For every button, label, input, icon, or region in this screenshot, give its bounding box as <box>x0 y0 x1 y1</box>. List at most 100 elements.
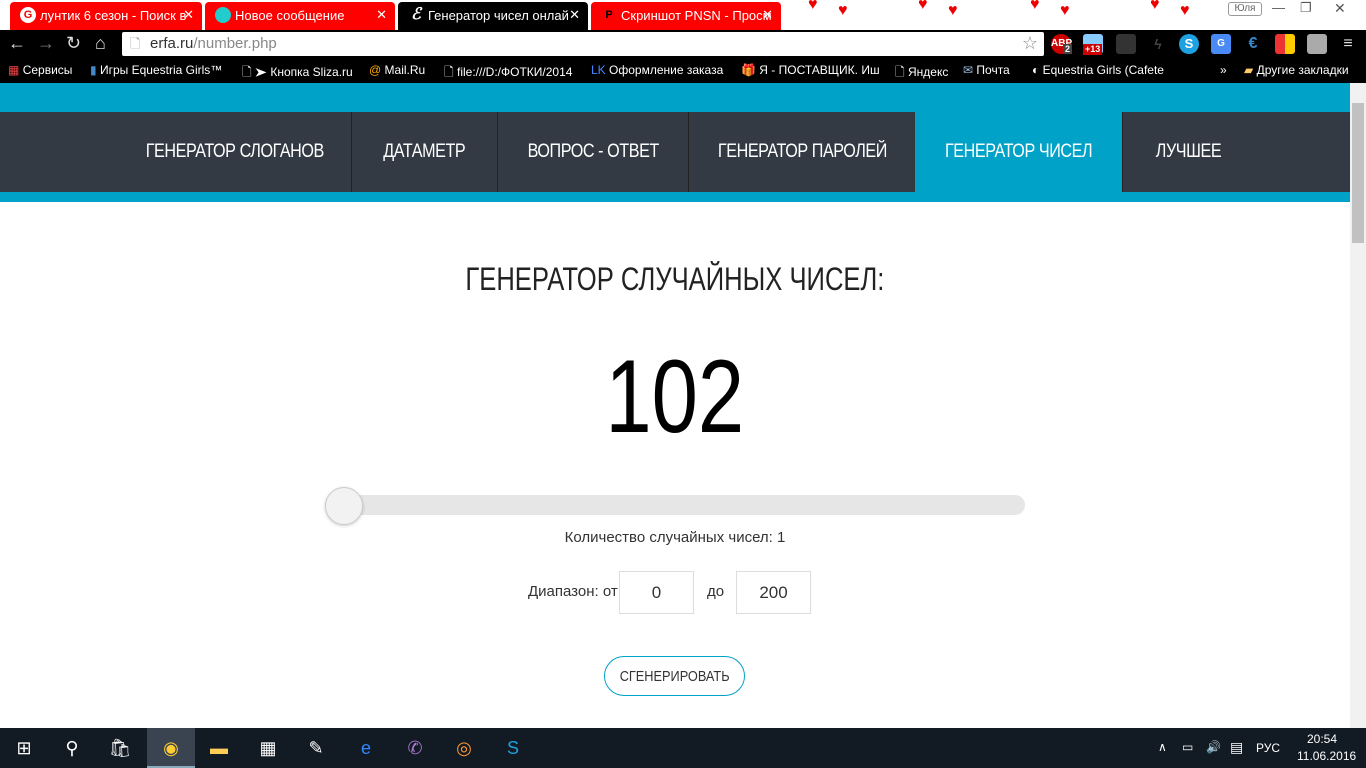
nav-datameter[interactable]: ДАТАМЕТР <box>352 112 497 192</box>
home-button[interactable]: ⌂ <box>95 33 106 54</box>
generate-button[interactable]: СГЕНЕРИРОВАТЬ <box>604 656 745 696</box>
count-slider[interactable] <box>325 487 1025 525</box>
tab-screenshot[interactable]: P Скриншот PNSN - Просм ✕ <box>591 2 781 30</box>
close-tab-icon[interactable]: ✕ <box>376 7 387 23</box>
tab-new-message[interactable]: Новое сообщение ✕ <box>205 2 395 30</box>
file-explorer-icon[interactable]: ▬ <box>207 736 231 760</box>
bookmark[interactable]: 🗋 ➤ Кнопка Sliza.ru <box>242 63 353 84</box>
profile-button[interactable]: Юля <box>1228 2 1262 16</box>
search-icon[interactable]: ⚲ <box>60 736 84 760</box>
tab-search[interactable]: Gлунтик 6 сезон - Поиск в ✕ <box>10 2 202 30</box>
heart-icon: ♥ <box>1150 0 1160 13</box>
bookmark[interactable]: 🗋 Яндекс <box>895 63 948 84</box>
page-icon: 🗋 <box>130 36 141 51</box>
heart-icon: ♥ <box>838 2 848 19</box>
close-tab-icon[interactable]: ✕ <box>183 7 194 23</box>
p-icon: P <box>605 9 613 21</box>
slider-handle[interactable] <box>325 487 363 525</box>
address-bar[interactable]: 🗋 erfa.ru/number.php ☆ <box>122 32 1044 56</box>
top-strip <box>0 83 1350 112</box>
nav-accent-bar <box>0 192 1350 202</box>
heart-icon: ♥ <box>1180 2 1190 19</box>
bookmark[interactable]: LK Оформление заказа <box>591 63 724 77</box>
range-from-input[interactable] <box>619 571 694 614</box>
nav-password-generator[interactable]: ГЕНЕРАТОР ПАРОЛЕЙ <box>689 112 915 192</box>
page-icon: 🗋 <box>444 65 454 79</box>
menu-icon[interactable]: ≡ <box>1338 34 1358 54</box>
battery-icon[interactable]: ▭ <box>1182 740 1193 754</box>
gift-icon: 🎁 <box>741 63 756 77</box>
heart-icon: ♥ <box>1060 2 1070 19</box>
pony-icon: ◐ <box>1032 63 1040 77</box>
close-window-button[interactable]: ✕ <box>1334 0 1346 17</box>
scrollbar[interactable] <box>1350 83 1366 728</box>
minimize-button[interactable]: — <box>1272 0 1285 15</box>
notifications-icon[interactable]: ▤ <box>1230 739 1243 756</box>
mail-icon: ✉ <box>963 63 974 77</box>
adblock-icon[interactable]: ABP 2 <box>1051 34 1072 54</box>
lk-icon: LK <box>591 63 606 77</box>
bookmark-services[interactable]: ▦ Сервисы <box>8 63 72 77</box>
nav-best[interactable]: ЛУЧШЕЕ <box>1123 112 1253 192</box>
bookmark[interactable]: 🗋 file:///D:/ФОТКИ/2014 <box>444 63 579 84</box>
taskbar: ⊞ ⚲ 🛍 ◉ ▬ ▦ ✎ e ✆ ◎ S ∧ ▭ 🔊 ▤ РУС 20:54 … <box>0 728 1366 768</box>
erfa-icon: ℰ <box>411 6 421 23</box>
nav-slogan-generator[interactable]: ГЕНЕРАТОР СЛОГАНОВ <box>118 112 351 192</box>
skype-icon[interactable]: S <box>501 736 525 760</box>
bookmarks-bar: ▦ Сервисы ▮ Игры Equestria Girls™ 🗋 ➤ Кн… <box>0 57 1366 83</box>
windows-start-icon[interactable]: ⊞ <box>12 736 36 760</box>
extension-icon[interactable] <box>1307 34 1327 54</box>
tab-number-generator[interactable]: ℰ Генератор чисел онлайн ✕ <box>398 2 588 30</box>
heart-icon: ♥ <box>918 0 928 13</box>
bookmark-icon: ▮ <box>90 63 97 77</box>
translate-icon[interactable]: G <box>1211 34 1231 54</box>
show-hidden-icons[interactable]: ∧ <box>1158 740 1167 754</box>
edge-icon[interactable]: e <box>354 736 378 760</box>
mail-icon <box>215 7 231 23</box>
reload-button[interactable]: ↻ <box>66 33 81 54</box>
weather-icon[interactable]: +13 <box>1083 34 1103 55</box>
forward-button[interactable]: → <box>37 33 55 54</box>
clock-date[interactable]: 11.06.2016 <box>1297 749 1356 763</box>
nav-question-answer[interactable]: ВОПРОС - ОТВЕТ <box>498 112 688 192</box>
volume-icon[interactable]: 🔊 <box>1206 740 1221 754</box>
chrome-taskbar-button[interactable]: ◉ <box>147 728 195 768</box>
bookmark[interactable]: ◐ Equestria Girls (Cafete <box>1032 63 1168 77</box>
google-icon: G <box>20 7 36 23</box>
folder-icon: ▰ <box>1244 63 1254 77</box>
clock-time[interactable]: 20:54 <box>1307 732 1337 746</box>
calculator-icon[interactable]: ▦ <box>256 736 280 760</box>
colorful-extension-icon[interactable] <box>1275 34 1295 54</box>
heart-icon: ♥ <box>1030 0 1040 13</box>
star-icon[interactable]: ☆ <box>1022 33 1038 54</box>
lightning-icon[interactable]: ϟ <box>1148 34 1168 54</box>
maximize-button[interactable]: ❐ <box>1300 0 1312 16</box>
language-indicator[interactable]: РУС <box>1256 741 1280 755</box>
main-nav: ГЕНЕРАТОР СЛОГАНОВ ДАТАМЕТР ВОПРОС - ОТВ… <box>0 112 1350 202</box>
mailru-icon: @ <box>369 63 382 77</box>
store-icon[interactable]: 🛍 <box>108 736 132 760</box>
paint-icon[interactable]: ✎ <box>304 736 328 760</box>
random-number-result: 102 <box>605 339 745 455</box>
nav-number-generator[interactable]: ГЕНЕРАТОР ЧИСЕЛ <box>915 112 1122 192</box>
extension-icon[interactable] <box>1116 34 1136 54</box>
bookmark[interactable]: ✉ Почта <box>963 63 1010 77</box>
range-to-label: до <box>707 583 725 600</box>
viber-icon[interactable]: ✆ <box>403 736 427 760</box>
close-tab-icon[interactable]: ✕ <box>569 7 580 23</box>
euro-icon[interactable]: € <box>1243 34 1263 54</box>
other-bookmarks[interactable]: ▰ Другие закладки <box>1244 63 1349 77</box>
close-tab-icon[interactable]: ✕ <box>762 7 773 23</box>
page-content: ГЕНЕРАТОР СЛОГАНОВ ДАТАМЕТР ВОПРОС - ОТВ… <box>0 83 1350 728</box>
bookmark[interactable]: 🎁 Я - ПОСТАВЩИК. Иш <box>741 63 881 77</box>
range-to-input[interactable] <box>736 571 811 614</box>
count-label: Количество случайных чисел: 1 <box>564 529 786 546</box>
bookmark[interactable]: @ Mail.Ru <box>369 63 425 77</box>
scrollbar-thumb[interactable] <box>1352 103 1364 243</box>
more-bookmarks-button[interactable]: » <box>1220 63 1227 77</box>
page-title: ГЕНЕРАТОР СЛУЧАЙНЫХ ЧИСЕЛ: <box>465 261 885 297</box>
back-button[interactable]: ← <box>8 33 26 54</box>
skype-icon[interactable]: S <box>1179 34 1199 54</box>
eye-app-icon[interactable]: ◎ <box>452 736 476 760</box>
bookmark[interactable]: ▮ Игры Equestria Girls™ <box>90 63 222 77</box>
